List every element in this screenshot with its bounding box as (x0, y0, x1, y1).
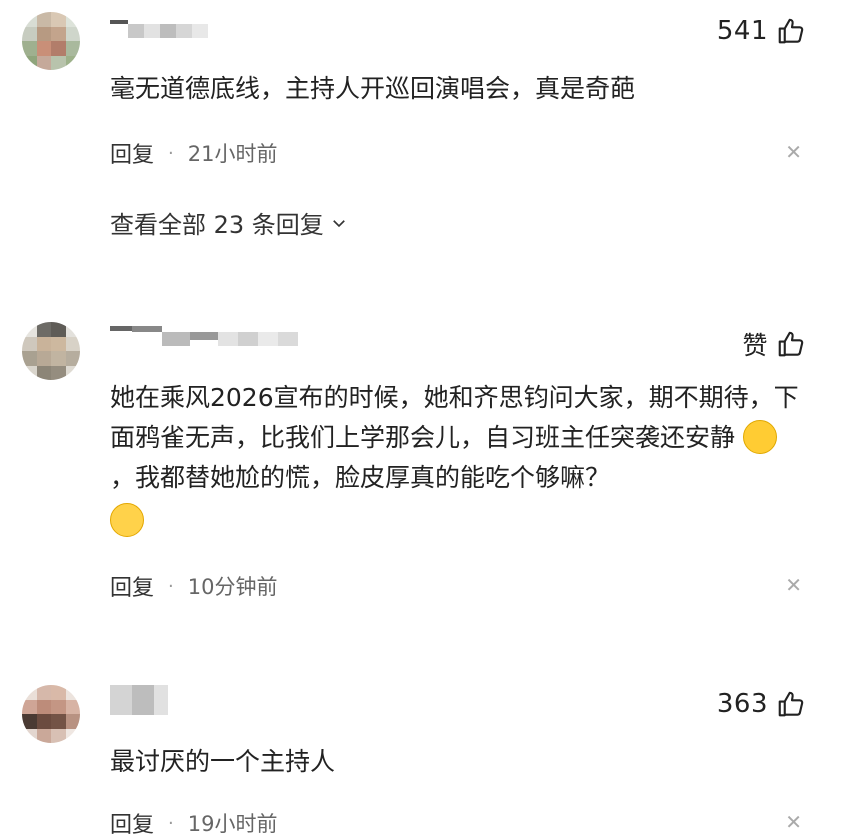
comment-text: 她在乘风2026宣布的时候，她和齐思钧问大家，期不期待，下面鸦雀无声，比我们上学… (110, 378, 808, 539)
comment-text-part1: 她在乘风2026宣布的时候，她和齐思钧问大家，期不期待，下面鸦雀无声，比我们上学… (110, 383, 799, 452)
view-replies-button[interactable]: 查看全部 23 条回复 (110, 205, 348, 240)
like-count: 363 (716, 689, 768, 719)
close-icon[interactable]: ✕ (785, 573, 802, 597)
comment-meta: 回复 · 21小时前 (110, 137, 277, 169)
timestamp: 19小时前 (187, 812, 278, 836)
like-button[interactable]: 541 (717, 16, 806, 46)
view-replies-label: 查看全部 23 条回复 (110, 211, 324, 239)
avatar[interactable] (22, 12, 80, 70)
close-icon[interactable]: ✕ (785, 140, 802, 164)
thumbs-up-icon (778, 331, 804, 357)
like-button[interactable]: 赞 (742, 326, 806, 362)
comment-meta: 回复 · 10分钟前 (110, 570, 277, 602)
timestamp: 21小时前 (187, 142, 278, 166)
chevron-down-icon (332, 219, 345, 227)
meta-separator: · (168, 575, 174, 597)
timestamp: 10分钟前 (187, 575, 278, 599)
meta-separator: · (168, 142, 174, 164)
username-blurred[interactable] (110, 16, 208, 46)
username-blurred[interactable] (110, 685, 168, 715)
reply-button[interactable]: 回复 (110, 137, 154, 169)
avatar[interactable] (22, 685, 80, 743)
like-label: 赞 (742, 331, 768, 360)
avatar[interactable] (22, 322, 80, 380)
like-button[interactable]: 363 (717, 689, 806, 719)
comment-1: 541 毫无道德底线，主持人开巡回演唱会，真是奇葩 回复 · 21小时前 ✕ 查… (0, 0, 858, 250)
comment-text: 毫无道德底线，主持人开巡回演唱会，真是奇葩 (110, 74, 636, 103)
reply-button[interactable]: 回复 (110, 570, 154, 602)
grinning-emoji-icon (110, 503, 144, 537)
thumbs-up-icon (778, 691, 804, 717)
comment-meta: 回复 · 19小时前 (110, 807, 277, 839)
comment-2: 赞 她在乘风2026宣布的时候，她和齐思钧问大家，期不期待，下面鸦雀无声，比我们… (0, 310, 858, 610)
close-icon[interactable]: ✕ (785, 810, 802, 834)
laughing-crying-emoji-icon (742, 420, 777, 454)
like-count: 541 (716, 16, 768, 46)
username-blurred[interactable] (110, 324, 298, 354)
comment-text-part2: ，我都替她尬的慌，脸皮厚真的能吃个够嘛？ (110, 463, 611, 492)
meta-separator: · (168, 812, 174, 834)
comment-text: 最讨厌的一个主持人 (110, 747, 336, 776)
thumbs-up-icon (778, 18, 804, 44)
comment-3: 363 最讨厌的一个主持人 回复 · 19小时前 ✕ (0, 675, 858, 838)
reply-button[interactable]: 回复 (110, 807, 154, 839)
